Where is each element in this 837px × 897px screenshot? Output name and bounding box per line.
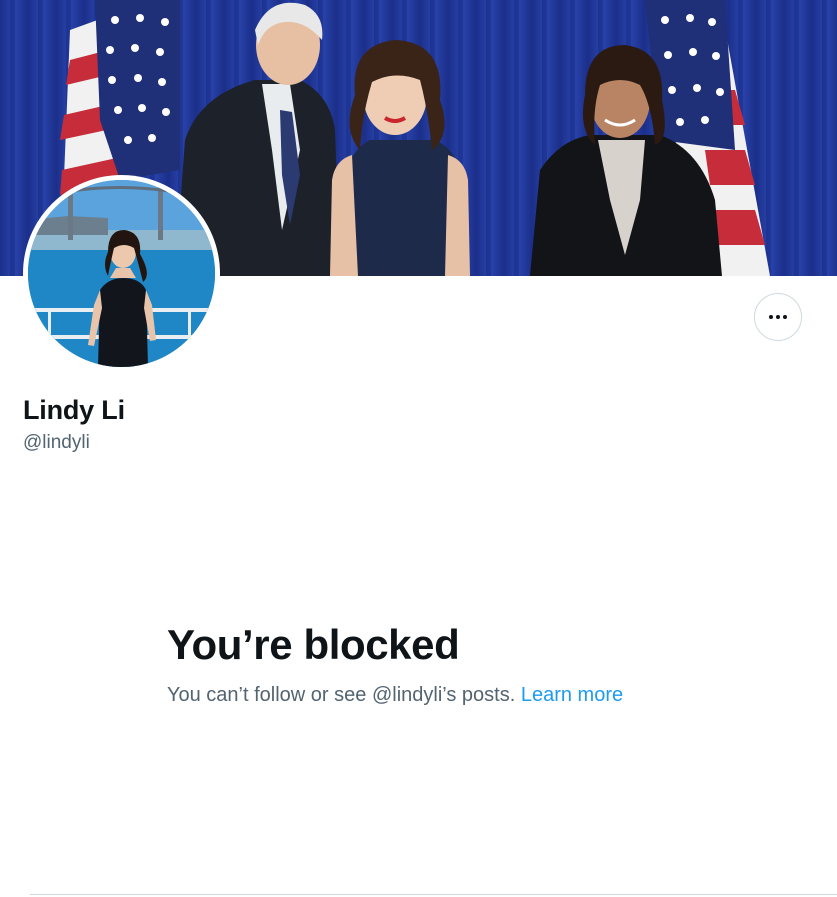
profile-display-name: Lindy Li — [23, 395, 125, 425]
learn-more-link[interactable]: Learn more — [521, 684, 623, 706]
more-horizontal-icon — [769, 315, 787, 319]
bottom-divider — [30, 894, 837, 895]
profile-handle: @lindyli — [23, 432, 90, 453]
blocked-title: You’re blocked — [167, 621, 460, 668]
more-options-button[interactable] — [754, 293, 802, 341]
blocked-message: You can’t follow or see @lindyli’s posts… — [167, 684, 516, 706]
avatar-photo — [28, 180, 215, 367]
profile-page: Lindy Li @lindyli You’re blocked You can… — [0, 0, 837, 897]
blocked-message-line: You can’t follow or see @lindyli’s posts… — [167, 681, 623, 709]
profile-avatar[interactable] — [23, 175, 220, 372]
